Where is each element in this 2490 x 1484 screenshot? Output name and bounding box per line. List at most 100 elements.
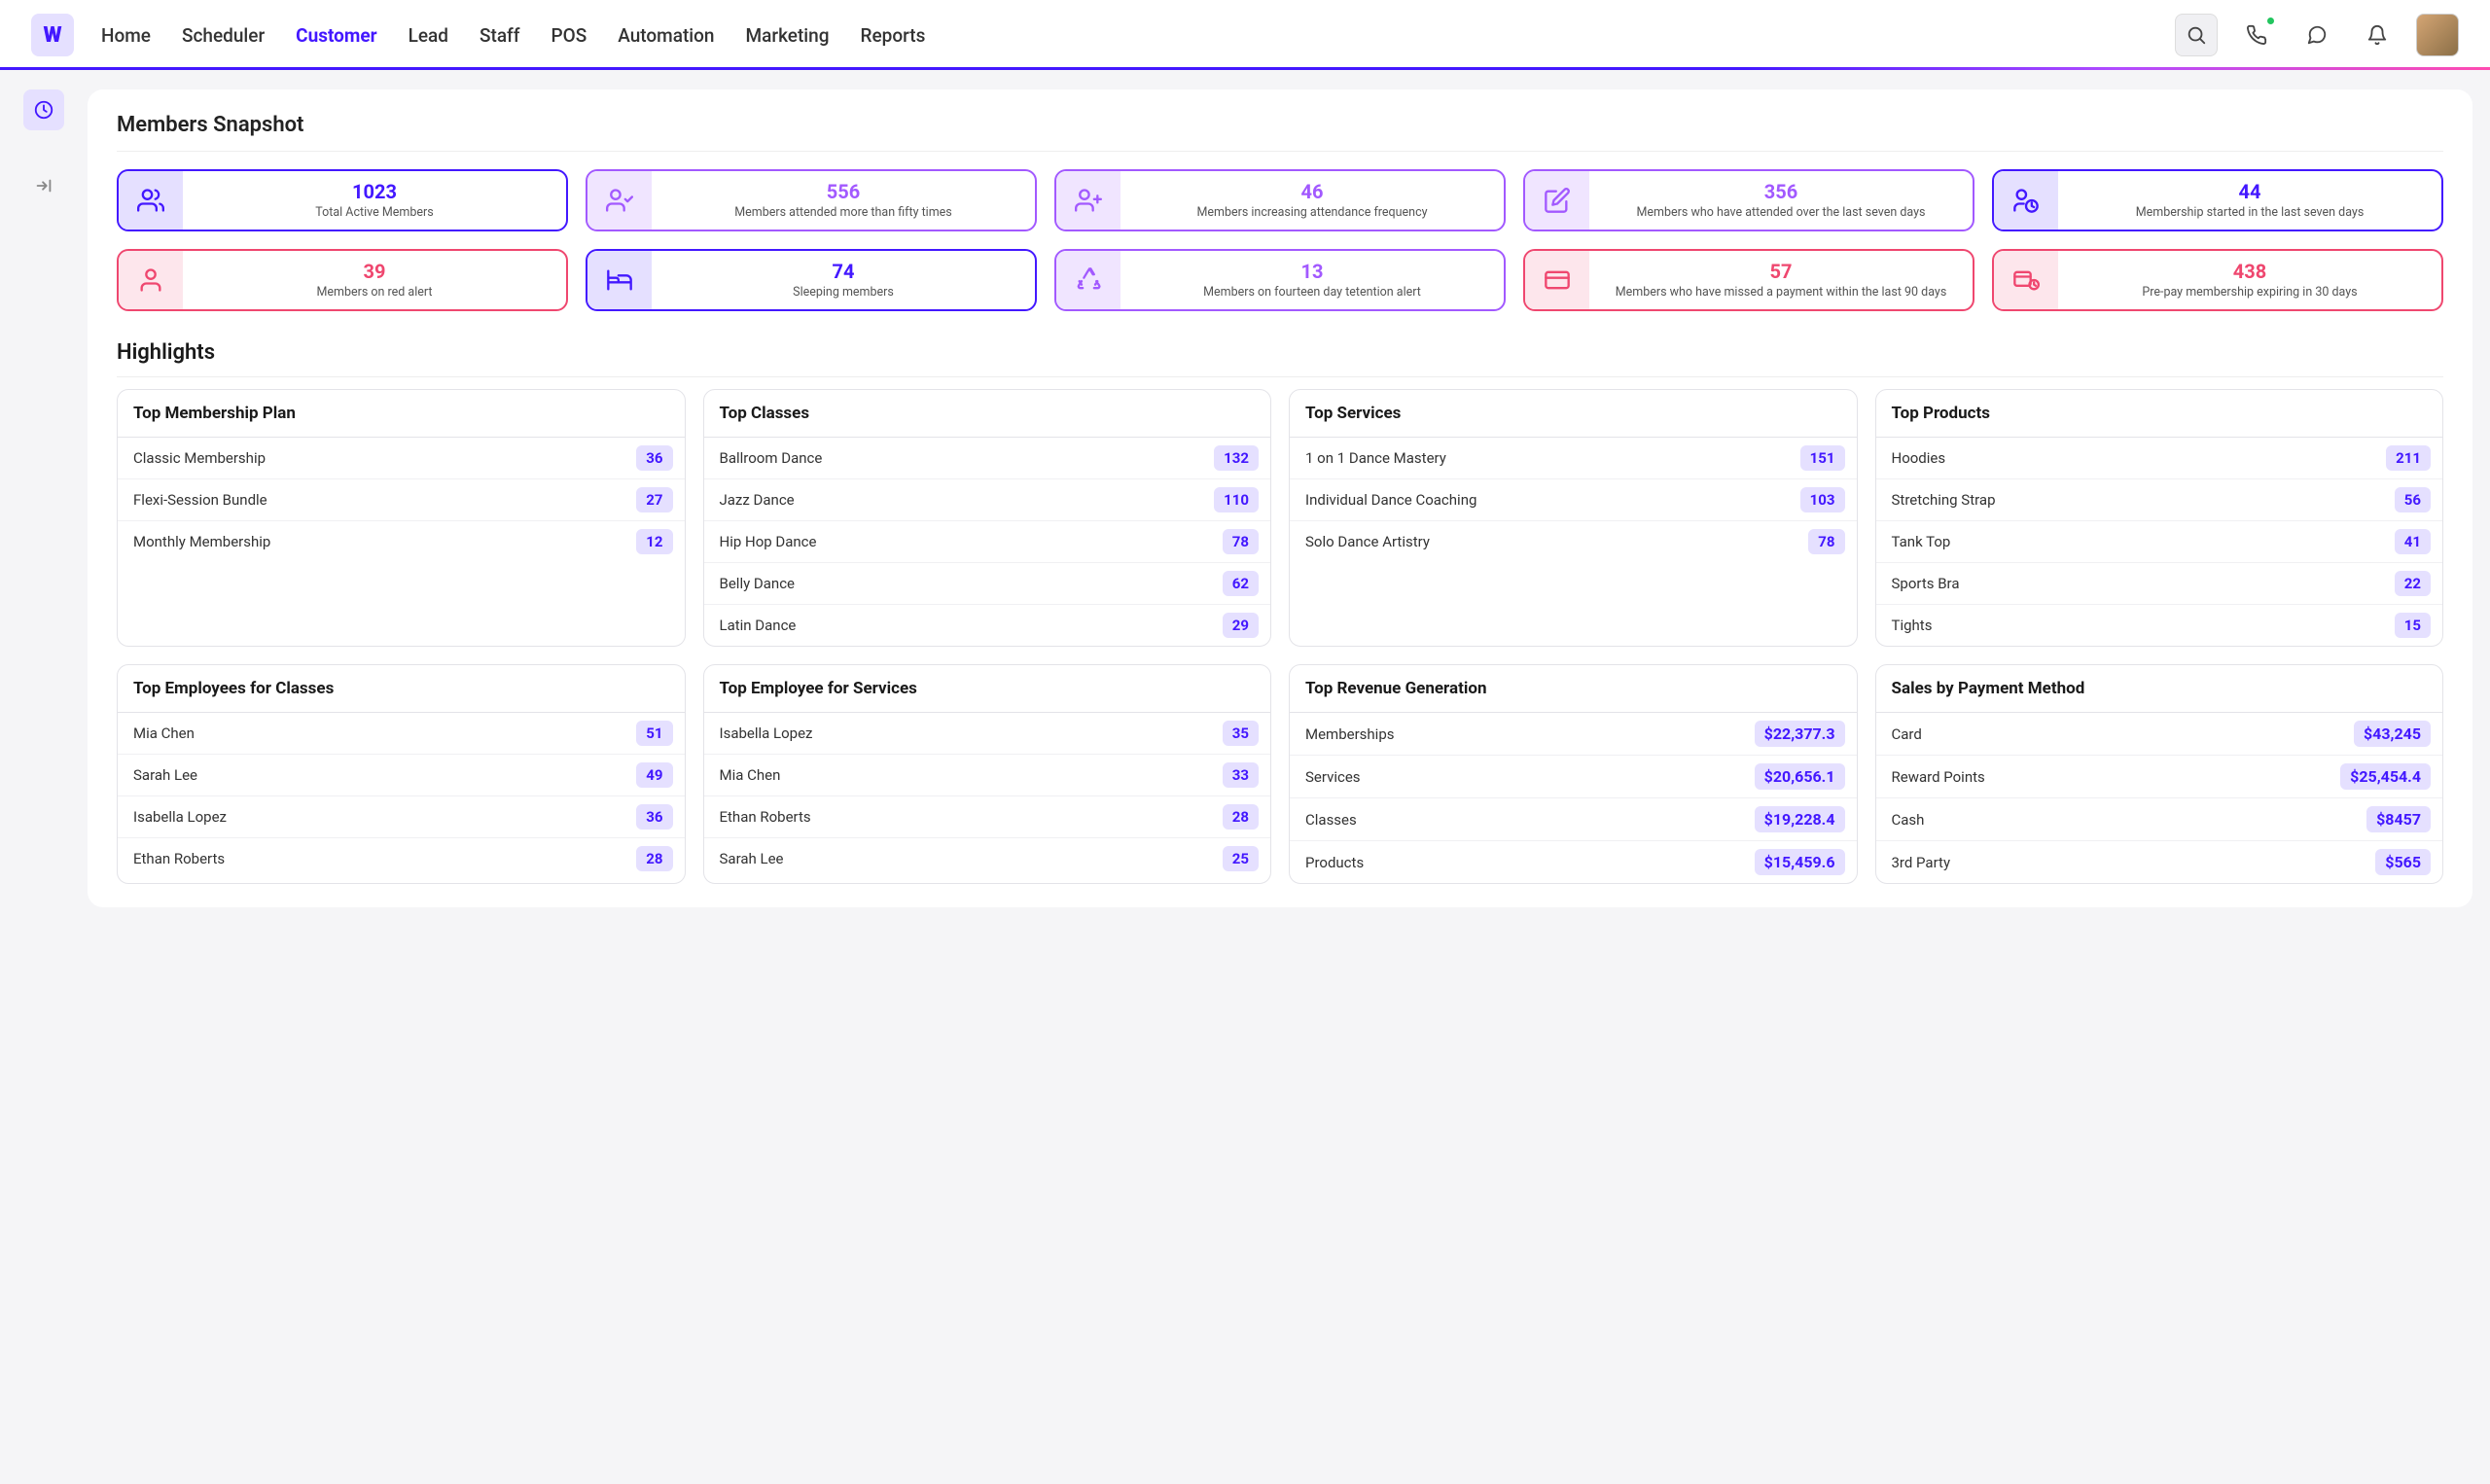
app-logo[interactable]: W xyxy=(31,14,74,56)
highlight-row[interactable]: Classic Membership36 xyxy=(118,438,685,479)
highlight-row[interactable]: Latin Dance29 xyxy=(704,605,1271,646)
highlight-row-name: Ballroom Dance xyxy=(720,449,823,467)
highlight-row[interactable]: Sarah Lee49 xyxy=(118,755,685,796)
highlight-row[interactable]: Jazz Dance110 xyxy=(704,479,1271,521)
nav-item-marketing[interactable]: Marketing xyxy=(746,24,830,47)
highlight-row[interactable]: Hoodies211 xyxy=(1876,438,2443,479)
snapshot-card[interactable]: 438 Pre-pay membership expiring in 30 day… xyxy=(1992,249,2443,311)
highlight-row[interactable]: Ethan Roberts28 xyxy=(118,838,685,879)
highlight-row[interactable]: 1 on 1 Dance Mastery 151 xyxy=(1290,438,1857,479)
highlight-row-name: Products xyxy=(1305,854,1364,871)
highlight-row[interactable]: Sports Bra 22 xyxy=(1876,563,2443,605)
snapshot-card[interactable]: 44Membership started in the last seven d… xyxy=(1992,169,2443,231)
nav-item-reports[interactable]: Reports xyxy=(861,24,926,47)
rail-recent-button[interactable] xyxy=(23,89,64,130)
snapshot-value: 13 xyxy=(1130,260,1494,283)
nav-item-home[interactable]: Home xyxy=(101,24,151,47)
nav-item-lead[interactable]: Lead xyxy=(409,24,448,47)
highlight-row-value: $20,656.1 xyxy=(1755,763,1845,790)
highlight-row-name: Sarah Lee xyxy=(720,850,784,867)
snapshot-value: 39 xyxy=(193,260,556,283)
highlight-row[interactable]: Cash$8457 xyxy=(1876,798,2443,841)
highlight-row-value: 22 xyxy=(2395,571,2431,596)
highlight-row-value: 151 xyxy=(1800,445,1845,471)
highlight-row[interactable]: Services $20,656.1 xyxy=(1290,756,1857,798)
highlight-row-value: 103 xyxy=(1800,487,1845,512)
highlight-row-name: Monthly Membership xyxy=(133,533,270,550)
highlight-row-name: Isabella Lopez xyxy=(720,724,813,742)
snapshot-label: Members on fourteen day tetention alert xyxy=(1130,285,1494,300)
search-button[interactable] xyxy=(2175,14,2218,56)
nav-item-staff[interactable]: Staff xyxy=(480,24,520,47)
highlight-row-name: Services xyxy=(1305,768,1361,786)
phone-button[interactable] xyxy=(2235,14,2278,56)
highlight-row[interactable]: Ballroom Dance132 xyxy=(704,438,1271,479)
highlight-row[interactable]: Hip Hop Dance78 xyxy=(704,521,1271,563)
snapshot-card[interactable]: 39Members on red alert xyxy=(117,249,568,311)
phone-icon xyxy=(2246,24,2267,46)
highlight-row[interactable]: Flexi-Session Bundle27 xyxy=(118,479,685,521)
nav-item-scheduler[interactable]: Scheduler xyxy=(182,24,265,47)
user-avatar[interactable] xyxy=(2416,14,2459,56)
snapshot-card[interactable]: 46 Members increasing attendance frequenc… xyxy=(1054,169,1506,231)
highlight-row[interactable]: Belly Dance62 xyxy=(704,563,1271,605)
highlight-card-title: Top Classes xyxy=(704,390,1271,438)
snapshot-value: 46 xyxy=(1130,180,1494,203)
highlight-row-name: Sports Bra xyxy=(1892,575,1960,592)
highlight-card: Top Services 1 on 1 Dance Mastery 151 Indiv… xyxy=(1289,389,1858,647)
highlight-row[interactable]: Stretching Strap56 xyxy=(1876,479,2443,521)
highlight-row[interactable]: Tights 15 xyxy=(1876,605,2443,646)
highlight-row[interactable]: Mia Chen 33 xyxy=(704,755,1271,796)
highlight-card-title: Top Services xyxy=(1290,390,1857,438)
highlight-row-name: Mia Chen xyxy=(720,766,781,784)
highlight-row-value: 33 xyxy=(1223,762,1259,788)
nav-item-automation[interactable]: Automation xyxy=(618,24,714,47)
highlight-row-value: 110 xyxy=(1214,487,1259,512)
rail-collapse-button[interactable] xyxy=(23,165,64,206)
highlight-row[interactable]: Individual Dance Coaching 103 xyxy=(1290,479,1857,521)
notifications-button[interactable] xyxy=(2356,14,2399,56)
snapshot-card[interactable]: 57Members who have missed a payment with… xyxy=(1523,249,1974,311)
snapshot-card[interactable]: 13 Members on fourteen day tetention aler… xyxy=(1054,249,1506,311)
snapshot-card[interactable]: 556Members attended more than fifty time… xyxy=(586,169,1037,231)
nav-item-customer[interactable]: Customer xyxy=(296,24,376,47)
nav-item-pos[interactable]: POS xyxy=(551,24,587,47)
highlight-row[interactable]: Sarah Lee25 xyxy=(704,838,1271,879)
highlight-row[interactable]: Ethan Roberts28 xyxy=(704,796,1271,838)
highlight-row[interactable]: Solo Dance Artistry78 xyxy=(1290,521,1857,562)
highlight-row-name: 1 on 1 Dance Mastery xyxy=(1305,449,1446,467)
snapshot-card[interactable]: 1023Total Active Members xyxy=(117,169,568,231)
highlight-row[interactable]: Classes$19,228.4 xyxy=(1290,798,1857,841)
snapshot-label: Members who have missed a payment within… xyxy=(1599,285,1963,300)
snapshot-label: Pre-pay membership expiring in 30 days xyxy=(2068,285,2432,300)
highlight-row-value: 15 xyxy=(2395,613,2431,638)
snapshot-value: 44 xyxy=(2068,180,2432,203)
highlights-grid: Top Membership PlanClassic Membership36F… xyxy=(117,389,2443,884)
snapshot-card[interactable]: 356Members who have attended over the la… xyxy=(1523,169,1974,231)
highlight-row[interactable]: Reward Points$25,454.4 xyxy=(1876,756,2443,798)
highlight-row[interactable]: Monthly Membership12 xyxy=(118,521,685,562)
highlight-row[interactable]: Memberships$22,377.3 xyxy=(1290,713,1857,756)
highlight-row-name: 3rd Party xyxy=(1892,854,1951,871)
highlight-row-name: Card xyxy=(1892,725,1922,743)
highlight-row[interactable]: Isabella Lopez36 xyxy=(118,796,685,838)
snapshot-label: Total Active Members xyxy=(193,205,556,221)
snapshot-card[interactable]: 74Sleeping members xyxy=(586,249,1037,311)
highlight-row-name: Tights xyxy=(1892,617,1933,634)
highlight-row[interactable]: Isabella Lopez35 xyxy=(704,713,1271,755)
highlight-row[interactable]: 3rd Party$565 xyxy=(1876,841,2443,883)
highlight-card-title: Sales by Payment Method xyxy=(1876,665,2443,713)
highlight-card: Top Employee for ServicesIsabella Lopez3… xyxy=(703,664,1272,884)
highlight-row-name: Individual Dance Coaching xyxy=(1305,491,1476,509)
highlight-row[interactable]: Mia Chen51 xyxy=(118,713,685,755)
highlight-row[interactable]: Card$43,245 xyxy=(1876,713,2443,756)
highlight-row[interactable]: Tank Top41 xyxy=(1876,521,2443,563)
whatsapp-button[interactable] xyxy=(2295,14,2338,56)
highlight-row-name: Memberships xyxy=(1305,725,1394,743)
highlight-row-name: Mia Chen xyxy=(133,724,195,742)
snapshot-value: 438 xyxy=(2068,260,2432,283)
highlight-row-name: Tank Top xyxy=(1892,533,1951,550)
snapshot-label: Members increasing attendance frequency xyxy=(1130,205,1494,221)
highlight-row[interactable]: Products$15,459.6 xyxy=(1290,841,1857,883)
highlight-row-value: $8457 xyxy=(2366,806,2431,832)
